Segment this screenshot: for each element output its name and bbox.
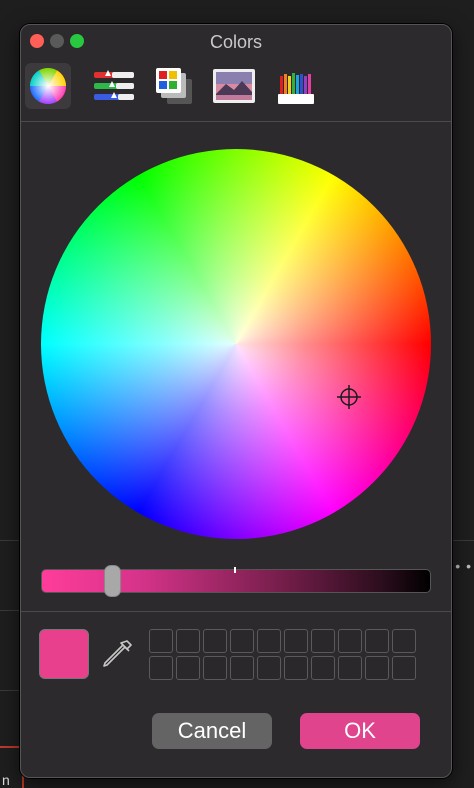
color-wheel[interactable] <box>41 149 431 539</box>
custom-swatch-cell[interactable] <box>311 656 335 680</box>
custom-swatch-grid <box>149 629 416 680</box>
background-more-icon[interactable]: • • <box>455 558 472 574</box>
eyedropper-icon[interactable] <box>103 639 133 671</box>
palettes-icon <box>156 68 192 104</box>
custom-swatch-cell[interactable] <box>392 629 416 653</box>
background-divider <box>450 540 474 541</box>
brightness-slider-thumb[interactable] <box>104 565 121 597</box>
custom-swatch-cell[interactable] <box>230 656 254 680</box>
pencils-icon <box>278 73 314 104</box>
custom-swatch-cell[interactable] <box>176 656 200 680</box>
custom-swatch-cell[interactable] <box>176 629 200 653</box>
custom-swatch-cell[interactable] <box>338 656 362 680</box>
background-divider <box>0 610 20 611</box>
tab-color-sliders[interactable] <box>91 63 137 109</box>
tab-color-palettes[interactable] <box>151 63 197 109</box>
image-icon <box>213 69 255 103</box>
custom-swatch-cell[interactable] <box>257 656 281 680</box>
sliders-icon <box>94 70 134 100</box>
cancel-button[interactable]: Cancel <box>152 713 272 749</box>
custom-swatch-cell[interactable] <box>230 629 254 653</box>
custom-swatch-cell[interactable] <box>284 656 308 680</box>
custom-swatch-cell[interactable] <box>203 656 227 680</box>
custom-swatch-cell[interactable] <box>365 629 389 653</box>
toolbar-divider <box>21 121 451 122</box>
selected-color-swatch[interactable] <box>39 629 89 679</box>
title-bar: Colors <box>21 25 451 57</box>
swatch-divider <box>21 611 451 612</box>
background-divider <box>0 540 20 541</box>
color-wheel-crosshair-icon[interactable] <box>337 385 361 409</box>
custom-swatch-cell[interactable] <box>149 629 173 653</box>
mode-toolbar <box>21 57 451 121</box>
color-wheel-icon <box>29 67 67 105</box>
tab-pencils[interactable] <box>273 63 319 109</box>
window-title: Colors <box>209 32 262 52</box>
custom-swatch-cell[interactable] <box>392 656 416 680</box>
custom-swatch-cell[interactable] <box>365 656 389 680</box>
colors-window: Colors Cancel OK <box>20 24 452 778</box>
custom-swatch-cell[interactable] <box>338 629 362 653</box>
tab-color-wheel[interactable] <box>25 63 71 109</box>
brightness-slider[interactable] <box>41 569 431 593</box>
background-text-fragment: n <box>2 772 10 788</box>
custom-swatch-cell[interactable] <box>203 629 227 653</box>
ok-button[interactable]: OK <box>300 713 420 749</box>
custom-swatch-cell[interactable] <box>311 629 335 653</box>
custom-swatch-cell[interactable] <box>284 629 308 653</box>
background-divider <box>0 690 20 691</box>
custom-swatch-cell[interactable] <box>257 629 281 653</box>
brightness-slider-tick <box>234 567 236 573</box>
custom-swatch-cell[interactable] <box>149 656 173 680</box>
tab-image-palettes[interactable] <box>211 63 257 109</box>
